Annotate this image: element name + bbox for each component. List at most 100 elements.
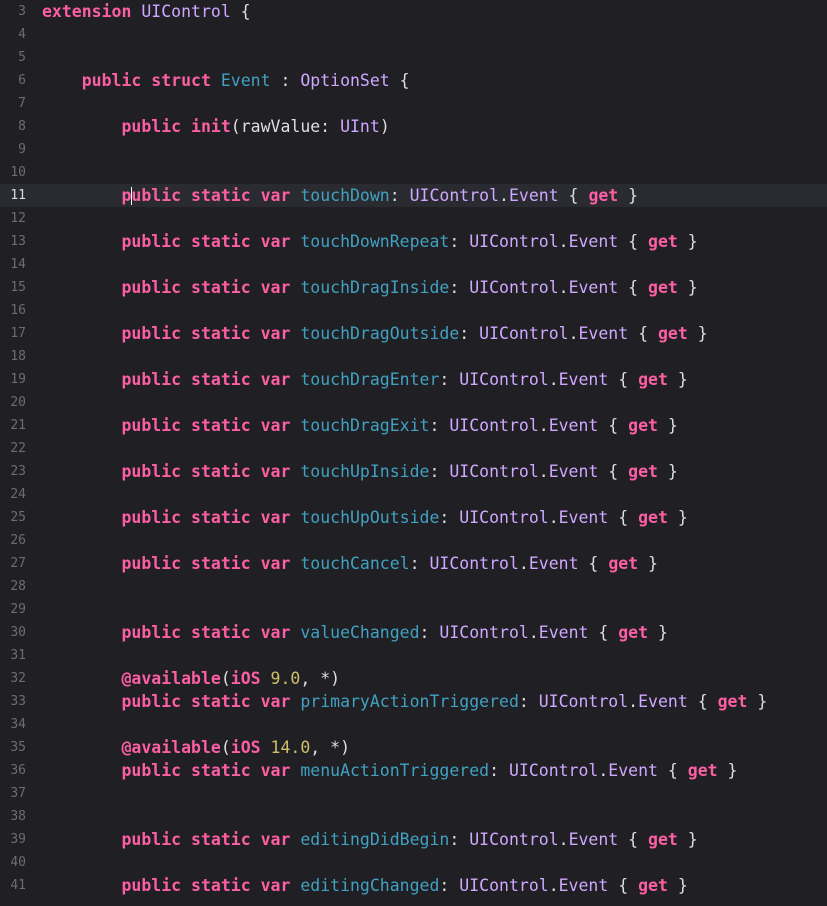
code-token: touchDragExit (300, 416, 430, 435)
code-token: var (260, 186, 291, 205)
code-line[interactable]: 32 @available(iOS 9.0, *) (0, 667, 827, 690)
code-text[interactable]: public static var editingDidBegin: UICon… (42, 828, 697, 851)
line-number: 20 (10, 395, 26, 410)
code-line[interactable]: 7 (0, 92, 827, 115)
code-token: { (608, 876, 639, 895)
code-line[interactable]: 20 (0, 391, 827, 414)
code-token: Event (568, 830, 619, 849)
code-line[interactable]: 41 public static var editingChanged: UIC… (0, 874, 827, 897)
code-line[interactable]: 5 (0, 46, 827, 69)
code-line[interactable]: 26 (0, 529, 827, 552)
code-token: public (121, 278, 182, 297)
code-line[interactable]: 18 (0, 345, 827, 368)
code-line[interactable]: 4 (0, 23, 827, 46)
code-token: { (628, 324, 658, 343)
code-line[interactable]: 24 (0, 483, 827, 506)
code-token: . (558, 232, 569, 251)
code-text[interactable]: public static var valueChanged: UIContro… (42, 621, 667, 644)
code-token: public (121, 416, 182, 435)
code-text[interactable]: public static var touchDragExit: UIContr… (42, 414, 677, 437)
code-line[interactable]: 31 (0, 644, 827, 667)
code-token: static (191, 508, 251, 527)
code-line[interactable]: 19 public static var touchDragEnter: UIC… (0, 368, 827, 391)
code-line[interactable]: 10 (0, 161, 827, 184)
code-text[interactable]: @available(iOS 9.0, *) (42, 667, 340, 690)
code-text[interactable]: public static var touchDragOutside: UICo… (42, 322, 707, 345)
code-line[interactable]: 36 public static var menuActionTriggered… (0, 759, 827, 782)
code-token: var (260, 508, 291, 527)
code-text[interactable]: public static var touchCancel: UIControl… (42, 552, 658, 575)
code-text[interactable]: public init(rawValue: UInt) (42, 115, 389, 138)
code-line[interactable]: 8 public init(rawValue: UInt) (0, 115, 827, 138)
code-token: public (121, 692, 182, 711)
code-line[interactable]: 22 (0, 437, 827, 460)
code-token: var (260, 623, 291, 642)
code-token: static (191, 692, 251, 711)
code-line[interactable]: 23 public static var touchUpInside: UICo… (0, 460, 827, 483)
code-text[interactable]: extension UIControl { (42, 0, 251, 23)
code-line[interactable]: 13 public static var touchDownRepeat: UI… (0, 230, 827, 253)
code-line[interactable]: 34 (0, 713, 827, 736)
code-token: get (628, 462, 658, 481)
code-line[interactable]: 17 public static var touchDragOutside: U… (0, 322, 827, 345)
code-line[interactable]: 35 @available(iOS 14.0, *) (0, 736, 827, 759)
code-token: . (568, 324, 579, 343)
code-text[interactable]: public static var editingChanged: UICont… (42, 874, 687, 897)
code-line[interactable]: 30 public static var valueChanged: UICon… (0, 621, 827, 644)
code-line[interactable]: 3 extension UIControl { (0, 0, 827, 23)
code-text[interactable]: public static var touchUpOutside: UICont… (42, 506, 687, 529)
code-line[interactable]: 9 (0, 138, 827, 161)
code-text[interactable]: public struct Event : OptionSet { (42, 69, 410, 92)
code-text[interactable]: public static var touchDownRepeat: UICon… (42, 230, 697, 253)
code-line[interactable]: 27 public static var touchCancel: UICont… (0, 552, 827, 575)
code-token: UIControl (449, 462, 539, 481)
code-token: touchDownRepeat (300, 232, 450, 251)
code-text[interactable]: public static var touchDragEnter: UICont… (42, 368, 687, 391)
code-line[interactable]: 29 (0, 598, 827, 621)
code-line[interactable]: 6 public struct Event : OptionSet { (0, 69, 827, 92)
line-number: 4 (18, 27, 26, 42)
code-text[interactable]: public static var primaryActionTriggered… (42, 690, 767, 713)
code-line[interactable]: 33 public static var primaryActionTrigge… (0, 690, 827, 713)
line-number: 36 (10, 763, 26, 778)
code-line[interactable]: 37 (0, 782, 827, 805)
code-line[interactable]: 28 (0, 575, 827, 598)
code-token: : (489, 761, 509, 780)
line-number: 3 (18, 4, 26, 19)
code-text[interactable]: public static var menuActionTriggered: U… (42, 759, 737, 782)
code-text[interactable]: public static var touchDown: UIControl.E… (42, 184, 638, 207)
code-text[interactable]: @available(iOS 14.0, *) (42, 736, 350, 759)
line-number: 29 (10, 602, 26, 617)
code-line[interactable]: 14 (0, 253, 827, 276)
code-line[interactable]: 16 (0, 299, 827, 322)
code-line[interactable]: 11 public static var touchDown: UIContro… (0, 184, 827, 207)
code-token: var (260, 278, 291, 297)
code-text[interactable]: public static var touchUpInside: UIContr… (42, 460, 677, 483)
code-editor[interactable]: 3 extension UIControl { 4 5 6 public struct … (0, 0, 827, 906)
code-line[interactable]: 39 public static var editingDidBegin: UI… (0, 828, 827, 851)
code-line[interactable]: 25 public static var touchUpOutside: UIC… (0, 506, 827, 529)
code-token: touchUpInside (300, 462, 430, 481)
code-line[interactable]: 21 public static var touchDragExit: UICo… (0, 414, 827, 437)
code-token: public (121, 554, 182, 573)
code-text[interactable]: public static var touchDragInside: UICon… (42, 276, 697, 299)
code-line[interactable]: 38 (0, 805, 827, 828)
code-line[interactable]: 12 (0, 207, 827, 230)
code-line[interactable]: 15 public static var touchDragInside: UI… (0, 276, 827, 299)
code-token: . (558, 830, 569, 849)
code-token: Event (538, 623, 589, 642)
code-token: : (409, 554, 430, 573)
code-line[interactable]: 40 (0, 851, 827, 874)
